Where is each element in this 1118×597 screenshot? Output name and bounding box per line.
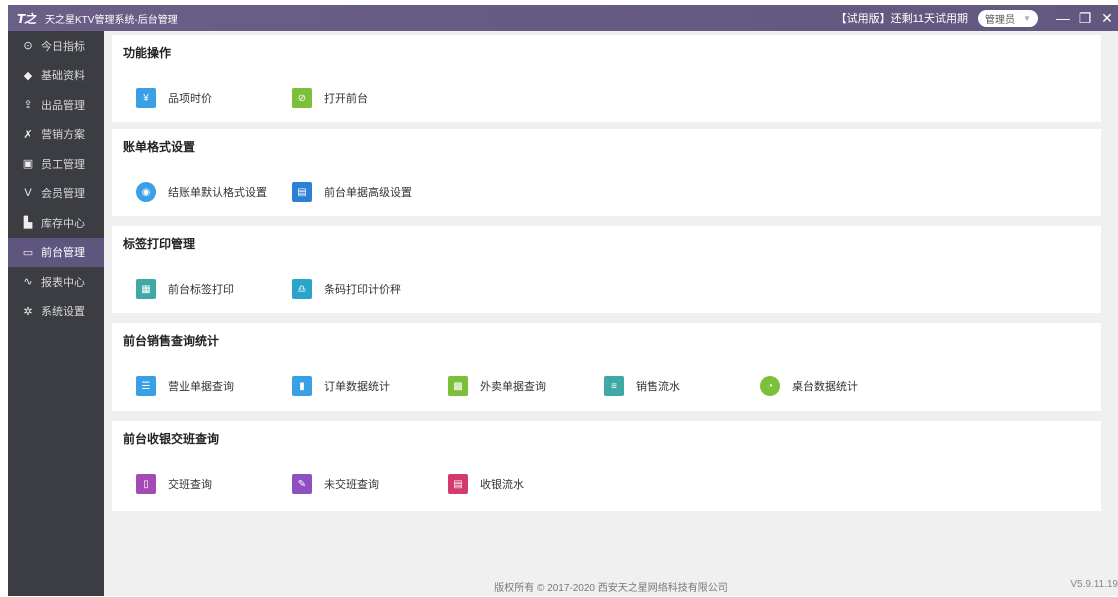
tile-label: 桌台数据统计 [792, 381, 858, 393]
vip-icon: V [24, 187, 32, 200]
app-window: T之 天之星KTV管理系统-后台管理 【试用版】还剩11天试用期 管理员 ▼ —… [0, 0, 1118, 596]
tile-order-stats[interactable]: ▮ 订单数据统计 [292, 376, 390, 396]
tile-label: 外卖单据查询 [480, 381, 546, 393]
app-logo: T之 [17, 11, 36, 26]
tile-label: 条码打印计价秤 [324, 284, 401, 296]
sidebar-item-label: 基础资料 [41, 70, 85, 83]
section-title: 账单格式设置 [123, 140, 196, 154]
section-shift-query: 前台收银交班查询 ▯ 交班查询 ✎ 未交班查询 ▤ 收银流水 [112, 421, 1101, 511]
tile-label: 销售流水 [636, 381, 680, 393]
pie-chart-icon: ◔ [760, 376, 780, 396]
sidebar-item-products[interactable]: ⇪ 出品管理 [8, 90, 104, 120]
footer: 版权所有 © 2017-2020 西安天之星网络科技有限公司 V5.9.11.1… [104, 579, 1118, 597]
restore-button[interactable]: ❐ [1074, 10, 1096, 27]
takeout-icon: ▩ [448, 376, 468, 396]
line-chart-icon: ∿ [23, 276, 33, 289]
sidebar-item-frontdesk[interactable]: ▭ 前台管理 [8, 237, 104, 267]
export-icon: ⇪ [23, 99, 33, 112]
tile-business-receipt-query[interactable]: ☰ 营业单据查询 [136, 376, 234, 396]
section-title: 前台收银交班查询 [123, 432, 220, 446]
sidebar-item-settings[interactable]: ✲ 系统设置 [8, 297, 104, 327]
version-text: V5.9.11.19 [1070, 579, 1118, 590]
clipboard-icon: ▤ [292, 182, 312, 202]
section-title: 标签打印管理 [123, 237, 196, 251]
sidebar-item-staff[interactable]: ▣ 员工管理 [8, 149, 104, 179]
minimize-button[interactable]: — [1052, 10, 1074, 26]
tile-table-stats[interactable]: ◔ 桌台数据统计 [760, 376, 858, 396]
tile-label: 订单数据统计 [324, 381, 390, 393]
tile-label: 前台单据高级设置 [324, 187, 412, 199]
tile-label: 收银流水 [480, 479, 524, 491]
tile-frontdesk-label-print[interactable]: ▦ 前台标签打印 [136, 279, 234, 299]
tile-frontdesk-advanced[interactable]: ▤ 前台单据高级设置 [292, 182, 412, 202]
tools-icon: ✗ [23, 128, 33, 141]
layers-icon: ◆ [23, 69, 33, 82]
tile-item-price[interactable]: ¥ 品项时价 [136, 88, 212, 108]
sidebar-item-label: 营销方案 [41, 129, 85, 142]
section-functions: 功能操作 ¥ 品项时价 ⊘ 打开前台 [112, 35, 1101, 122]
sidebar-item-label: 前台管理 [41, 247, 85, 260]
scale-icon: ♎ [292, 279, 312, 299]
warehouse-icon: ▙ [23, 217, 33, 230]
title-bar: T之 天之星KTV管理系统-后台管理 【试用版】还剩11天试用期 管理员 ▼ —… [8, 5, 1118, 31]
sidebar: ⊙ 今日指标 ◆ 基础资料 ⇪ 出品管理 ✗ 营销方案 ▣ 员工管理 V 会员管… [8, 31, 104, 596]
tile-unshifted-query[interactable]: ✎ 未交班查询 [292, 474, 379, 494]
tile-shift-query[interactable]: ▯ 交班查询 [136, 474, 212, 494]
tile-open-frontdesk[interactable]: ⊘ 打开前台 [292, 88, 368, 108]
list-icon: ≡ [604, 376, 624, 396]
sidebar-item-label: 会员管理 [41, 188, 85, 201]
chevron-down-icon: ▼ [1023, 13, 1031, 23]
section-title: 前台销售查询统计 [123, 334, 220, 348]
link-icon: ⊘ [292, 88, 312, 108]
sidebar-item-label: 系统设置 [41, 306, 85, 319]
tile-label: 交班查询 [168, 479, 212, 491]
cash-register-icon: ▤ [448, 474, 468, 494]
tile-label: 未交班查询 [324, 479, 379, 491]
tile-cashier-flow[interactable]: ▤ 收银流水 [448, 474, 524, 494]
sidebar-item-label: 出品管理 [41, 99, 85, 112]
sidebar-item-label: 报表中心 [41, 276, 85, 289]
section-bill-format: 账单格式设置 ◉ 结账单默认格式设置 ▤ 前台单据高级设置 [112, 129, 1101, 216]
target-icon: ⊙ [23, 40, 33, 53]
tile-label: 结账单默认格式设置 [168, 187, 267, 199]
tile-label: 前台标签打印 [168, 284, 234, 296]
app-title: 天之星KTV管理系统-后台管理 [45, 14, 178, 26]
id-card-icon: ▣ [22, 158, 34, 171]
tile-barcode-scale[interactable]: ♎ 条码打印计价秤 [292, 279, 401, 299]
gear-icon: ✲ [23, 305, 33, 318]
printer-icon: ▦ [136, 279, 156, 299]
bar-chart-icon: ▮ [292, 376, 312, 396]
sidebar-item-basic-data[interactable]: ◆ 基础资料 [8, 61, 104, 91]
section-title: 功能操作 [123, 46, 172, 60]
copyright-text: 版权所有 © 2017-2020 西安天之星网络科技有限公司 [494, 583, 728, 594]
sidebar-item-label: 员工管理 [41, 158, 85, 171]
sidebar-item-label: 今日指标 [41, 40, 85, 53]
trial-notice: 【试用版】还剩11天试用期 [835, 13, 968, 25]
sidebar-item-marketing[interactable]: ✗ 营销方案 [8, 120, 104, 150]
tile-label: 营业单据查询 [168, 381, 234, 393]
sidebar-item-today[interactable]: ⊙ 今日指标 [8, 31, 104, 61]
section-sales-query: 前台销售查询统计 ☰ 营业单据查询 ▮ 订单数据统计 ▩ 外卖单据查询 ≡ 销售… [112, 323, 1101, 411]
close-button[interactable]: ✕ [1096, 10, 1118, 27]
sidebar-item-reports[interactable]: ∿ 报表中心 [8, 267, 104, 297]
tile-checkout-format[interactable]: ◉ 结账单默认格式设置 [136, 182, 267, 202]
tile-takeout-query[interactable]: ▩ 外卖单据查询 [448, 376, 546, 396]
sidebar-item-inventory[interactable]: ▙ 库存中心 [8, 208, 104, 238]
edit-icon: ✎ [292, 474, 312, 494]
document-icon: ▯ [136, 474, 156, 494]
tile-label: 品项时价 [168, 93, 212, 105]
globe-icon: ◉ [136, 182, 156, 202]
sidebar-item-label: 库存中心 [41, 217, 85, 230]
monitor-icon: ▭ [22, 246, 34, 259]
price-tag-icon: ¥ [136, 88, 156, 108]
main-content: 功能操作 ¥ 品项时价 ⊘ 打开前台 账单格式设置 ◉ 结账单默认格式设置 ▤ … [104, 31, 1118, 596]
tile-label: 打开前台 [324, 93, 368, 105]
tile-sales-flow[interactable]: ≡ 销售流水 [604, 376, 680, 396]
section-label-print: 标签打印管理 ▦ 前台标签打印 ♎ 条码打印计价秤 [112, 226, 1101, 313]
sidebar-item-members[interactable]: V 会员管理 [8, 179, 104, 209]
role-label: 管理员 [985, 14, 1016, 26]
role-dropdown[interactable]: 管理员 ▼ [978, 9, 1038, 27]
receipt-icon: ☰ [136, 376, 156, 396]
